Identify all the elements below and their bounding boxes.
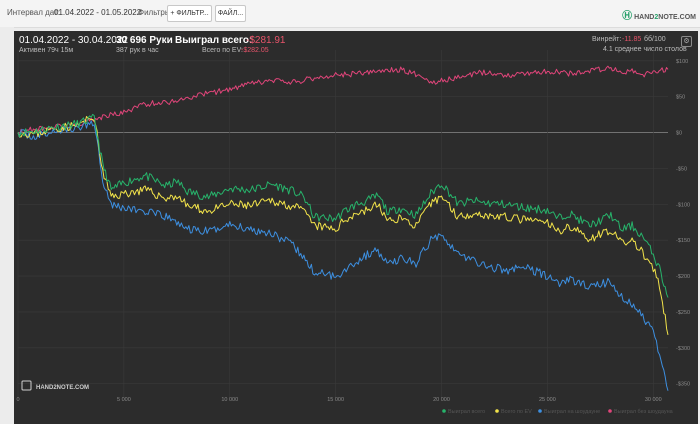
legend-marker-1 — [495, 409, 499, 413]
y-tick-label: -$50 — [676, 166, 687, 172]
y-tick-label: -$250 — [676, 310, 690, 316]
watermark: HAND2NOTE.COM — [36, 385, 89, 391]
y-tick-label: $50 — [676, 95, 685, 101]
x-tick-label: 10 000 — [221, 397, 238, 403]
graph: $100 $50 $0 -$50 -$100 -$150 -$200 -$250 -$300 -$… — [16, 50, 690, 415]
grid — [17, 50, 668, 398]
watermark-logo-icon — [21, 380, 32, 391]
series-line-2 — [17, 120, 669, 391]
legend-marker-3 — [608, 409, 612, 413]
x-tick-label: 5 000 — [117, 397, 131, 403]
legend-marker-0 — [442, 409, 446, 413]
series-lines — [17, 65, 669, 391]
legend-item-0[interactable]: Выиграл всего — [448, 409, 485, 415]
y-tick-label: -$300 — [676, 346, 690, 352]
x-tick-label: 20 000 — [433, 397, 450, 403]
legend-item-2[interactable]: Выиграл на шоудауне — [544, 409, 600, 415]
legend-marker-2 — [538, 409, 542, 413]
y-tick-label: -$200 — [676, 274, 690, 280]
legend-item-1[interactable]: Всего по EV — [501, 409, 532, 415]
y-tick-label: -$100 — [676, 202, 690, 208]
axis-labels: $100 $50 $0 -$50 -$100 -$150 -$200 -$250 -$300 -$… — [16, 59, 690, 403]
legend: Выиграл всего Всего по EV Выиграл на шоуда… — [442, 409, 674, 415]
y-tick-label: -$350 — [676, 382, 690, 388]
x-tick-label: 30 000 — [645, 397, 662, 403]
x-tick-label: 15 000 — [327, 397, 344, 403]
x-tick-label: 0 — [16, 397, 19, 403]
series-line-3 — [17, 65, 669, 136]
y-tick-label: $0 — [676, 131, 682, 137]
series-line-1 — [17, 116, 669, 336]
x-tick-label: 25 000 — [539, 397, 556, 403]
legend-item-3[interactable]: Выиграл без шоудауна — [614, 409, 674, 415]
y-tick-label: -$150 — [676, 238, 690, 244]
y-tick-label: $100 — [676, 59, 688, 65]
